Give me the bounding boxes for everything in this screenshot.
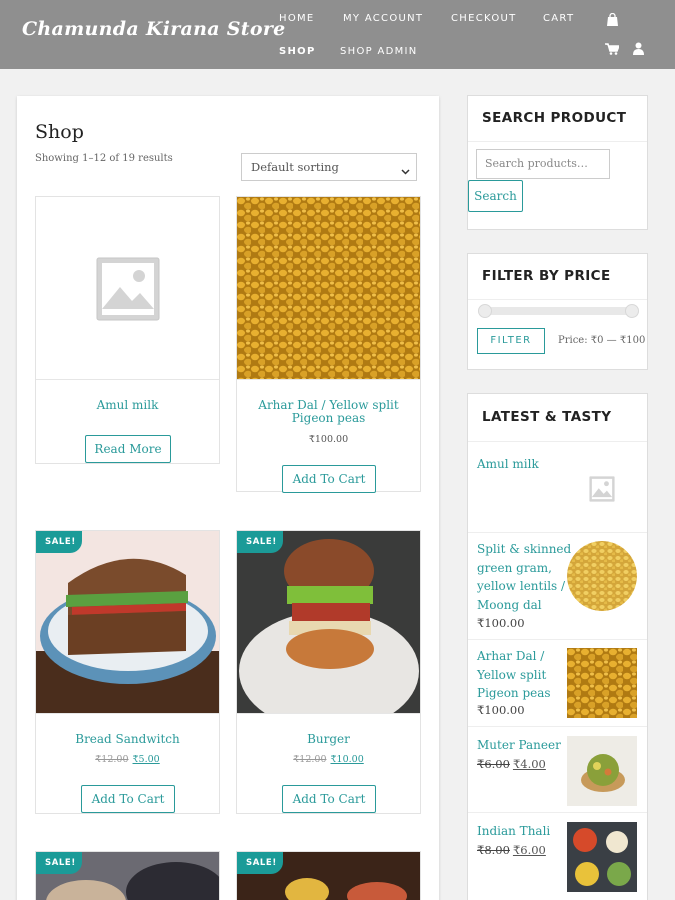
latest-products-widget: LATEST & TASTY Amul milk Split & skinned… (467, 393, 648, 900)
latest-item-indian-thali[interactable]: Indian Thali ₹8.00 ₹6.00 (468, 813, 647, 900)
latest-item-price: ₹6.00 ₹4.00 (477, 757, 546, 771)
site-header: Chamunda Kirana Store HOME MY ACCOUNT CH… (0, 0, 675, 69)
product-name[interactable]: Amul milk (36, 399, 219, 412)
search-button[interactable]: Search (468, 180, 523, 212)
latest-item-moong-dal[interactable]: Split & skinned green gram, yellow lenti… (468, 533, 647, 640)
min-price-handle[interactable] (478, 304, 492, 318)
image-placeholder-icon (589, 476, 615, 502)
product-price: ₹12.00 ₹5.00 (36, 754, 219, 765)
product-price: ₹12.00 ₹10.00 (237, 754, 420, 765)
add-to-cart-button[interactable]: Add To Cart (282, 785, 376, 813)
sale-badge: SALE! (36, 531, 82, 553)
product-name[interactable]: Burger (237, 733, 420, 746)
nav-cart[interactable]: CART (543, 13, 574, 24)
latest-item-name[interactable]: Arhar Dal / Yellow split Pigeon peas (477, 647, 572, 703)
sale-badge: SALE! (237, 852, 283, 874)
product-name[interactable]: Bread Sandwitch (36, 733, 219, 746)
sorting-value: Default sorting (251, 160, 339, 174)
old-price: ₹12.00 (95, 754, 129, 765)
max-price-handle[interactable] (625, 304, 639, 318)
nav-shop-admin[interactable]: SHOP ADMIN (340, 46, 418, 57)
product-name[interactable]: Arhar Dal / Yellow split Pigeon peas (237, 399, 420, 425)
product-card: SALE! (35, 851, 220, 900)
sale-price: ₹5.00 (132, 754, 160, 765)
add-to-cart-button[interactable]: Add To Cart (81, 785, 175, 813)
cart-icon[interactable] (605, 43, 619, 55)
old-price: ₹8.00 (477, 843, 510, 857)
widget-title: LATEST & TASTY (482, 409, 612, 425)
divider (468, 299, 647, 300)
price-filter-widget: FILTER BY PRICE FILTER Price: ₹0 — ₹100 (467, 253, 648, 370)
latest-item-muter-paneer[interactable]: Muter Paneer ₹6.00 ₹4.00 (468, 727, 647, 813)
latest-item-price: ₹100.00 (477, 616, 525, 630)
price-slider[interactable] (484, 307, 632, 315)
latest-item-amul-milk[interactable]: Amul milk (468, 442, 647, 533)
search-widget: SEARCH PRODUCT Search products… Search (467, 95, 648, 230)
latest-item-name[interactable]: Amul milk (477, 455, 572, 474)
placeholder-image[interactable] (567, 452, 637, 522)
site-brand[interactable]: Chamunda Kirana Store (22, 18, 286, 40)
add-to-cart-button[interactable]: Add To Cart (282, 465, 376, 493)
product-card-amul-milk: Amul milk Read More (35, 196, 220, 464)
product-card: SALE! (236, 851, 421, 900)
latest-item-arhar-dal[interactable]: Arhar Dal / Yellow split Pigeon peas ₹10… (468, 640, 647, 727)
sale-badge: SALE! (237, 531, 283, 553)
product-image-arhar-dal[interactable] (237, 197, 420, 380)
sale-price: ₹10.00 (330, 754, 364, 765)
sale-price: ₹6.00 (512, 843, 546, 857)
product-image-sandwich[interactable] (36, 531, 219, 714)
chevron-down-icon (401, 164, 410, 178)
user-icon[interactable] (633, 42, 644, 55)
image-placeholder-icon (96, 257, 160, 321)
old-price: ₹6.00 (477, 757, 510, 771)
product-price: ₹100.00 (308, 434, 349, 445)
nav-shop[interactable]: SHOP (279, 46, 316, 57)
shop-main: Shop Showing 1–12 of 19 results Default … (17, 96, 439, 900)
product-thumbnail-arhar-dal[interactable] (567, 648, 637, 718)
product-thumbnail-indian-thali[interactable] (567, 822, 637, 892)
old-price: ₹12.00 (293, 754, 327, 765)
widget-title: SEARCH PRODUCT (482, 110, 627, 126)
widget-title: FILTER BY PRICE (482, 268, 611, 284)
result-count: Showing 1–12 of 19 results (35, 153, 173, 164)
nav-home[interactable]: HOME (279, 13, 315, 24)
search-input[interactable]: Search products… (476, 149, 610, 179)
product-image-burger[interactable] (237, 531, 420, 714)
product-card-bread-sandwitch: SALE! Bread Sandwitch ₹12.00 ₹5.00 Add To… (35, 530, 220, 814)
product-card-arhar-dal: Arhar Dal / Yellow split Pigeon peas ₹10… (236, 196, 421, 493)
shopping-bag-icon[interactable] (606, 13, 619, 27)
nav-checkout[interactable]: CHECKOUT (451, 13, 517, 24)
nav-my-account[interactable]: MY ACCOUNT (343, 13, 423, 24)
divider (468, 141, 647, 142)
filter-button[interactable]: FILTER (477, 328, 545, 354)
latest-item-price: ₹100.00 (477, 703, 525, 717)
sale-badge: SALE! (36, 852, 82, 874)
latest-item-price: ₹8.00 ₹6.00 (477, 843, 546, 857)
price-range-label: Price: ₹0 — ₹100 (558, 335, 646, 346)
sale-price: ₹4.00 (512, 757, 546, 771)
read-more-button[interactable]: Read More (85, 435, 171, 463)
placeholder-image[interactable] (36, 197, 219, 380)
latest-item-name[interactable]: Split & skinned green gram, yellow lenti… (477, 540, 572, 614)
sorting-select[interactable]: Default sorting (241, 153, 417, 181)
page-title: Shop (35, 121, 84, 143)
product-thumbnail-moong-dal[interactable] (567, 541, 637, 611)
product-card-burger: SALE! Burger ₹12.00 ₹10.00 Add To Cart (236, 530, 421, 814)
latest-item-name[interactable]: Indian Thali (477, 822, 572, 841)
product-thumbnail-muter-paneer[interactable] (567, 736, 637, 806)
latest-item-name[interactable]: Muter Paneer (477, 736, 572, 755)
